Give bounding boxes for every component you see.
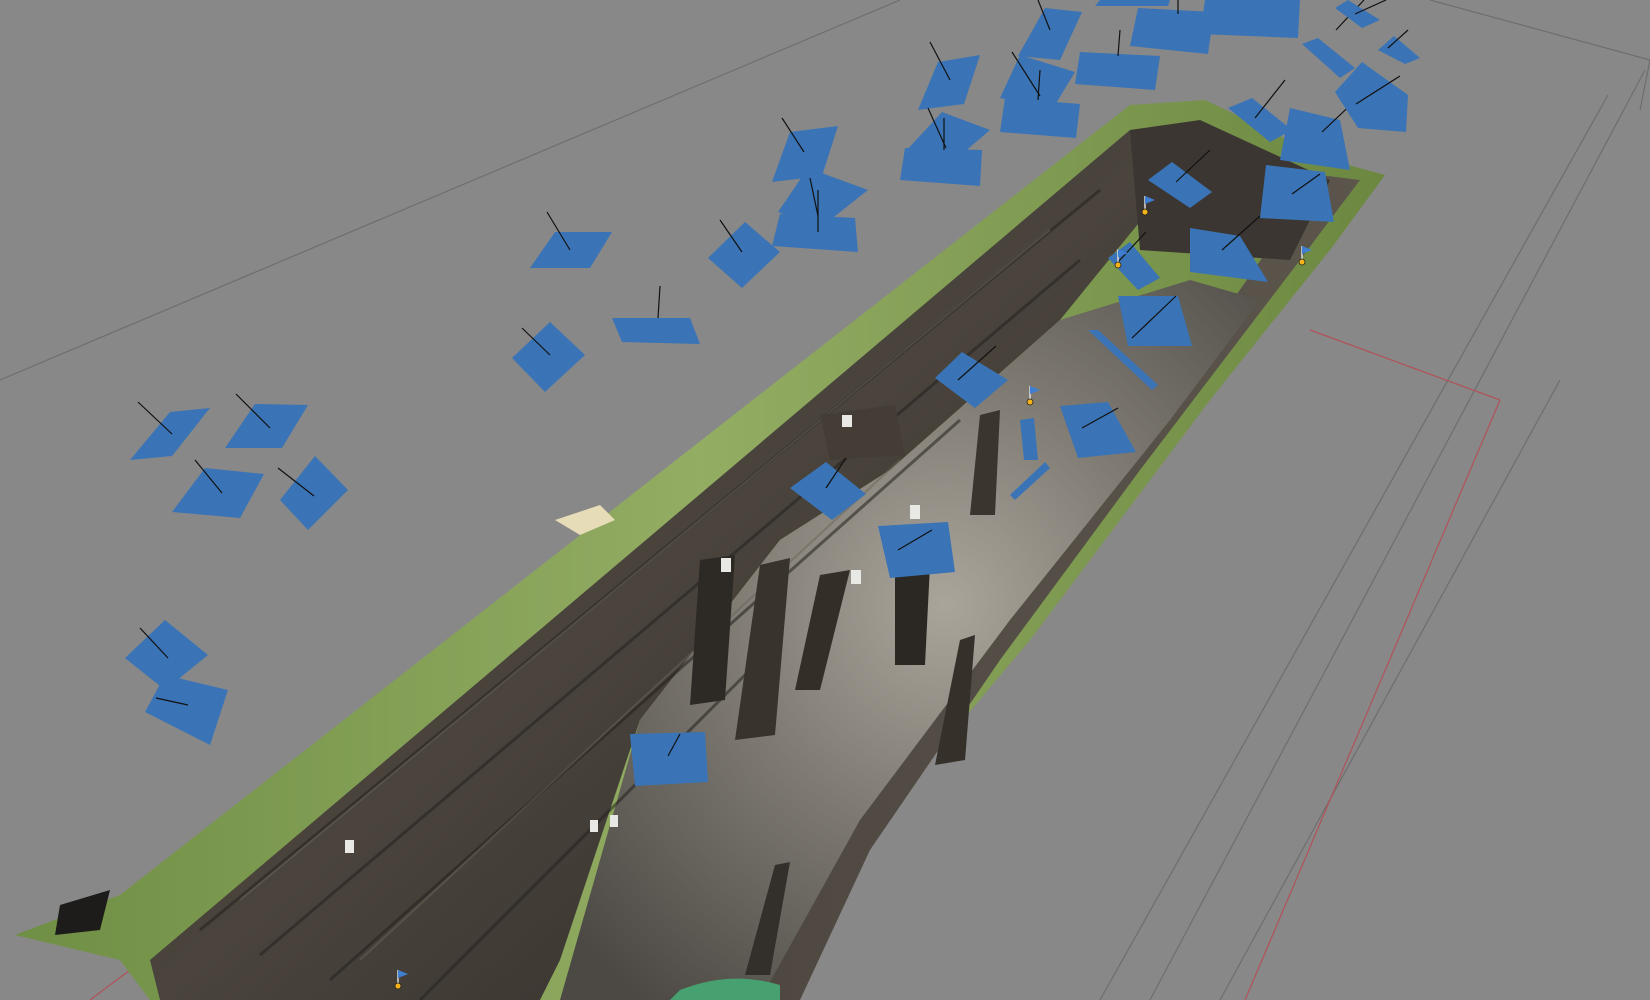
camera-frame[interactable] bbox=[1200, 0, 1300, 38]
camera-frame[interactable] bbox=[145, 675, 228, 745]
camera-frame[interactable] bbox=[225, 393, 308, 448]
camera-frame[interactable] bbox=[512, 322, 585, 392]
3d-viewport[interactable] bbox=[0, 0, 1650, 1000]
camera-frame[interactable] bbox=[612, 285, 700, 344]
camera-frame[interactable] bbox=[878, 522, 955, 578]
camera-frame[interactable] bbox=[172, 459, 264, 518]
camera-frame[interactable] bbox=[918, 41, 980, 110]
wooden-post bbox=[895, 565, 930, 665]
camera-frame[interactable] bbox=[1378, 29, 1420, 64]
camera-frame[interactable] bbox=[530, 211, 612, 268]
camera-frame[interactable] bbox=[630, 732, 708, 786]
camera-frame[interactable] bbox=[708, 219, 780, 288]
camera-frame[interactable] bbox=[772, 117, 838, 182]
trench-model[interactable] bbox=[15, 100, 1385, 1000]
camera-frame[interactable] bbox=[277, 456, 348, 530]
camera-frame[interactable] bbox=[1260, 165, 1334, 222]
camera-frame[interactable] bbox=[1018, 0, 1082, 60]
camera-frame[interactable] bbox=[130, 401, 210, 460]
camera-frame[interactable] bbox=[1095, 0, 1170, 6]
scene-canvas[interactable] bbox=[0, 0, 1650, 1000]
